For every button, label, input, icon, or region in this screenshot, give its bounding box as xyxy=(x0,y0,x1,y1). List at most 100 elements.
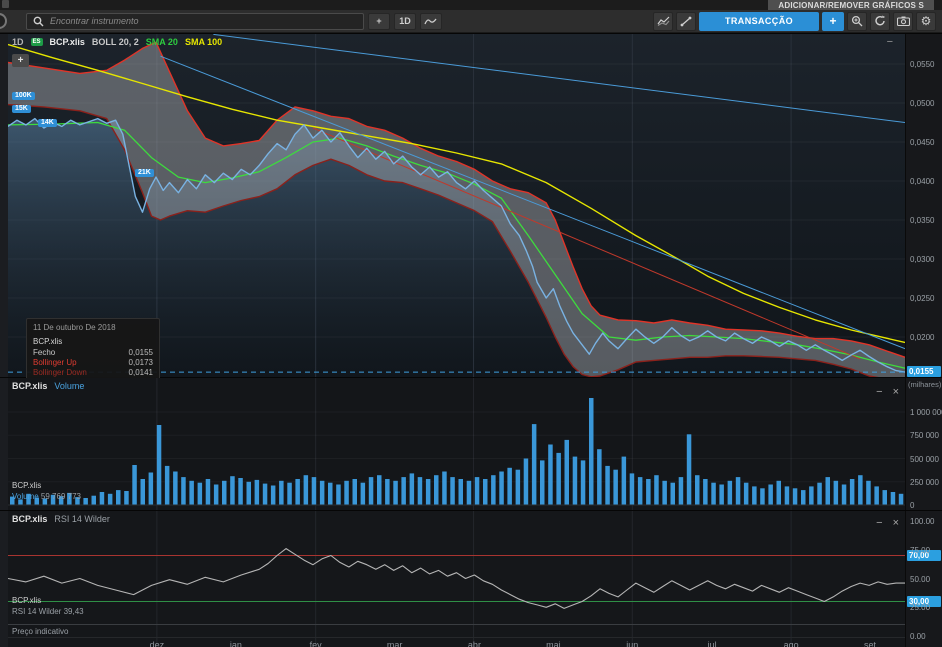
size-badge-15k: 15K xyxy=(12,105,31,113)
volume-legend-instrument: BCP.xlis xyxy=(12,480,81,491)
tooltip-value-bolldown: 0,0141 xyxy=(129,368,153,378)
size-badge-21k: 21K xyxy=(135,169,154,177)
camera-icon xyxy=(897,16,910,26)
chart-toolbar: Encontrar instrumento + 1D TRANSACÇÃO + xyxy=(0,10,942,33)
window-top-strip: ADICIONAR/REMOVER GRÁFICOS S xyxy=(0,0,942,10)
axis-tick-label: 0,0400 xyxy=(910,177,934,186)
time-axis-month-label: abr xyxy=(468,640,481,647)
minimize-rsi-button[interactable]: − xyxy=(876,517,882,529)
crosshair-tooltip: 11 De outubro De 2018 BCP.xlis Fecho 0,01… xyxy=(26,318,160,378)
volume-legend-label: Volume xyxy=(12,492,39,501)
line-chart-icon xyxy=(424,17,438,26)
tooltip-label-bollup: Bollinger Up xyxy=(33,358,77,368)
time-axis-month-label: jan xyxy=(230,640,242,647)
volume-plot[interactable]: BCP.xlis Volume − × BCP.xlis Volume 59 7… xyxy=(8,378,905,511)
time-axis-month-label: mai xyxy=(546,640,561,647)
axis-tick-label: 0.00 xyxy=(910,632,926,641)
volume-panel: BCP.xlis Volume − × BCP.xlis Volume 59 7… xyxy=(0,377,942,510)
axis-tick-label: 0,0200 xyxy=(910,333,934,342)
transaction-button[interactable]: TRANSACÇÃO xyxy=(699,12,819,31)
market-status-badge: ES xyxy=(31,38,43,46)
time-axis[interactable]: dezjanfevmarabrmaijunjulagoset xyxy=(8,640,905,647)
rsi-plot[interactable]: BCP.xlis RSI 14 Wilder − × BCP.xlis RSI … xyxy=(8,511,905,647)
add-chart-button[interactable]: + xyxy=(822,12,844,31)
size-badge-100k: 100K xyxy=(12,92,35,100)
axis-tick-label: 750 000 xyxy=(910,431,939,440)
axis-tick-label: 0,0250 xyxy=(910,294,934,303)
reset-zoom-button[interactable] xyxy=(870,12,890,31)
tooltip-label-close: Fecho xyxy=(33,348,55,358)
axis-tick-label: 0,0300 xyxy=(910,255,934,264)
add-indicator-button[interactable]: + xyxy=(12,54,29,67)
search-placeholder: Encontrar instrumento xyxy=(50,16,139,26)
trendline-icon xyxy=(680,16,692,27)
minimize-panel-button[interactable]: − xyxy=(887,36,893,48)
axis-tick-label: 0,0550 xyxy=(910,60,934,69)
rsi-instrument[interactable]: BCP.xlis xyxy=(12,514,47,524)
price-chart-panel: 1D ES BCP.xlis BOLL 20, 2 SMA 20 SMA 100… xyxy=(0,33,942,377)
tooltip-label-bolldown: Bollinger Down xyxy=(33,368,87,378)
axis-tick-label: 25.00 xyxy=(910,603,930,612)
price-chart-plot[interactable]: 1D ES BCP.xlis BOLL 20, 2 SMA 20 SMA 100… xyxy=(8,34,905,378)
legend-instrument[interactable]: BCP.xlis xyxy=(50,37,85,47)
volume-header: BCP.xlis Volume xyxy=(12,381,84,391)
close-volume-button[interactable]: × xyxy=(893,386,899,398)
edge-circle-icon[interactable] xyxy=(0,13,7,29)
axis-tick-label: 75.00 xyxy=(910,546,930,555)
time-axis-month-label: jul xyxy=(708,640,717,647)
legend-period[interactable]: 1D xyxy=(12,37,24,47)
rsi-axis[interactable]: 70,00 30,00 100.0075.0050.0025.000.00 xyxy=(905,511,942,647)
volume-axis[interactable]: (milhares) 1 000 000750 000500 000250 00… xyxy=(905,378,942,510)
volume-chart-canvas[interactable] xyxy=(8,378,905,511)
close-rsi-button[interactable]: × xyxy=(893,517,899,529)
left-gutter xyxy=(0,511,8,647)
time-axis-month-label: set xyxy=(864,640,876,647)
size-badge-14k: 14K xyxy=(38,119,57,127)
period-button[interactable]: 1D xyxy=(394,13,416,30)
time-axis-month-label: mar xyxy=(387,640,403,647)
rsi-indicator-label[interactable]: RSI 14 Wilder xyxy=(54,514,110,524)
time-axis-month-label: jun xyxy=(626,640,638,647)
refresh-icon xyxy=(874,15,886,27)
volume-unit-label: (milhares) xyxy=(908,380,941,389)
screenshot-button[interactable] xyxy=(893,12,913,31)
axis-tick-label: 500 000 xyxy=(910,455,939,464)
axis-tick-label: 0,0350 xyxy=(910,216,934,225)
left-gutter xyxy=(0,34,8,377)
indicative-price-footer: Preço indicativo xyxy=(8,624,905,638)
chart-type-button[interactable] xyxy=(420,13,442,30)
tooltip-date: 11 De outubro De 2018 xyxy=(33,323,153,332)
time-axis-month-label: dez xyxy=(150,640,165,647)
volume-legend-value: 59 769 773 xyxy=(41,492,81,501)
minimize-volume-button[interactable]: − xyxy=(876,386,882,398)
draw-trendline-button[interactable] xyxy=(676,12,696,31)
chart-application-window: ADICIONAR/REMOVER GRÁFICOS S Encontrar i… xyxy=(0,0,942,647)
rsi-legend: BCP.xlis RSI 14 Wilder 39,43 xyxy=(12,595,84,617)
tooltip-value-bollup: 0,0173 xyxy=(129,358,153,368)
legend-sma100[interactable]: SMA 100 xyxy=(185,37,222,47)
axis-tick-label: 0 xyxy=(910,501,914,510)
add-instrument-button[interactable]: + xyxy=(368,13,390,30)
zoom-in-button[interactable] xyxy=(847,12,867,31)
legend-bollinger[interactable]: BOLL 20, 2 xyxy=(92,37,139,47)
axis-tick-label: 50.00 xyxy=(910,575,930,584)
price-axis[interactable]: 0,0550 0,0500 0,0450 0,0400 0,0350 0,0300 0,02… xyxy=(905,34,942,377)
volume-instrument[interactable]: BCP.xlis xyxy=(12,381,47,391)
compare-charts-button[interactable] xyxy=(653,12,673,31)
chart-legend: 1D ES BCP.xlis BOLL 20, 2 SMA 20 SMA 100 xyxy=(12,37,222,47)
instrument-search-input[interactable]: Encontrar instrumento xyxy=(26,13,364,30)
search-icon xyxy=(33,16,44,27)
gear-icon: ⚙ xyxy=(921,15,932,27)
axis-tick-label: 250 000 xyxy=(910,478,939,487)
tooltip-instrument: BCP.xlis xyxy=(33,337,153,346)
legend-sma20[interactable]: SMA 20 xyxy=(146,37,178,47)
axis-tick-label: 0,0450 xyxy=(910,138,934,147)
rsi-legend-instrument: BCP.xlis xyxy=(12,595,84,606)
window-corner-icon xyxy=(2,0,9,8)
left-gutter xyxy=(0,378,8,510)
volume-indicator-label[interactable]: Volume xyxy=(54,381,84,391)
zoom-in-icon xyxy=(851,15,863,27)
time-axis-month-label: ago xyxy=(784,640,799,647)
settings-button[interactable]: ⚙ xyxy=(916,12,936,31)
axis-tick-label: 0,0500 xyxy=(910,99,934,108)
